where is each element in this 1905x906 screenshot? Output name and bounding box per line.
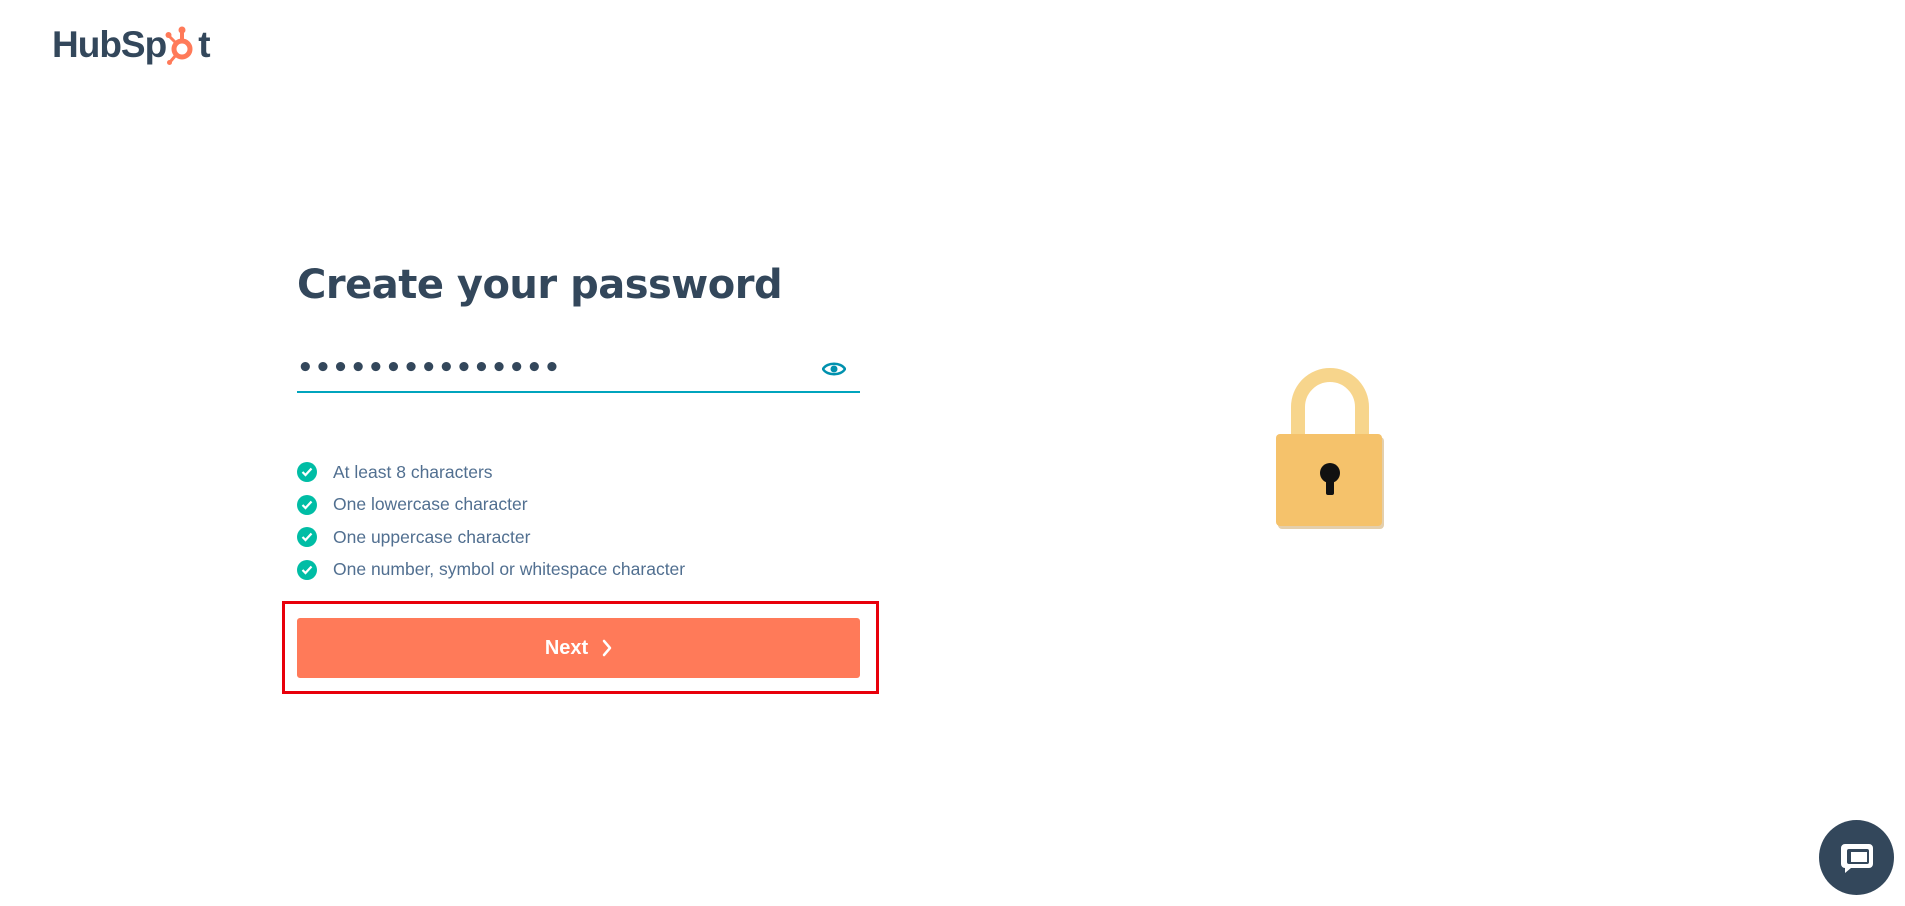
sprocket-icon	[165, 26, 193, 65]
requirement-item: At least 8 characters	[297, 456, 685, 489]
check-icon	[297, 527, 317, 548]
hubspot-logo[interactable]: HubSp t	[52, 20, 211, 70]
check-icon	[297, 494, 317, 515]
page: HubSp t Create your password At least 8 …	[0, 0, 1905, 906]
check-icon	[297, 559, 317, 580]
requirement-label: One number, symbol or whitespace charact…	[333, 559, 686, 580]
requirement-item: One lowercase character	[297, 489, 685, 522]
requirement-item: One number, symbol or whitespace charact…	[297, 554, 685, 587]
requirement-label: One uppercase character	[333, 526, 531, 547]
chevron-right-icon	[602, 639, 612, 657]
page-title: Create your password	[297, 262, 783, 308]
padlock-icon	[1276, 368, 1384, 529]
requirement-label: One lowercase character	[333, 494, 528, 515]
requirement-item: One uppercase character	[297, 521, 685, 554]
eye-icon[interactable]	[822, 359, 846, 379]
next-button[interactable]: Next	[297, 618, 860, 678]
requirement-label: At least 8 characters	[333, 461, 493, 482]
password-requirements: At least 8 characters One lowercase char…	[297, 456, 685, 586]
logo-text-right: t	[198, 24, 210, 65]
next-button-label: Next	[544, 636, 589, 659]
check-icon	[297, 462, 317, 483]
chat-launcher-button[interactable]	[1819, 820, 1894, 895]
logo-text-left: HubSp	[52, 24, 167, 65]
password-field[interactable]	[297, 345, 860, 393]
password-input[interactable]	[297, 345, 817, 391]
chat-bubbles-icon	[1840, 843, 1873, 873]
